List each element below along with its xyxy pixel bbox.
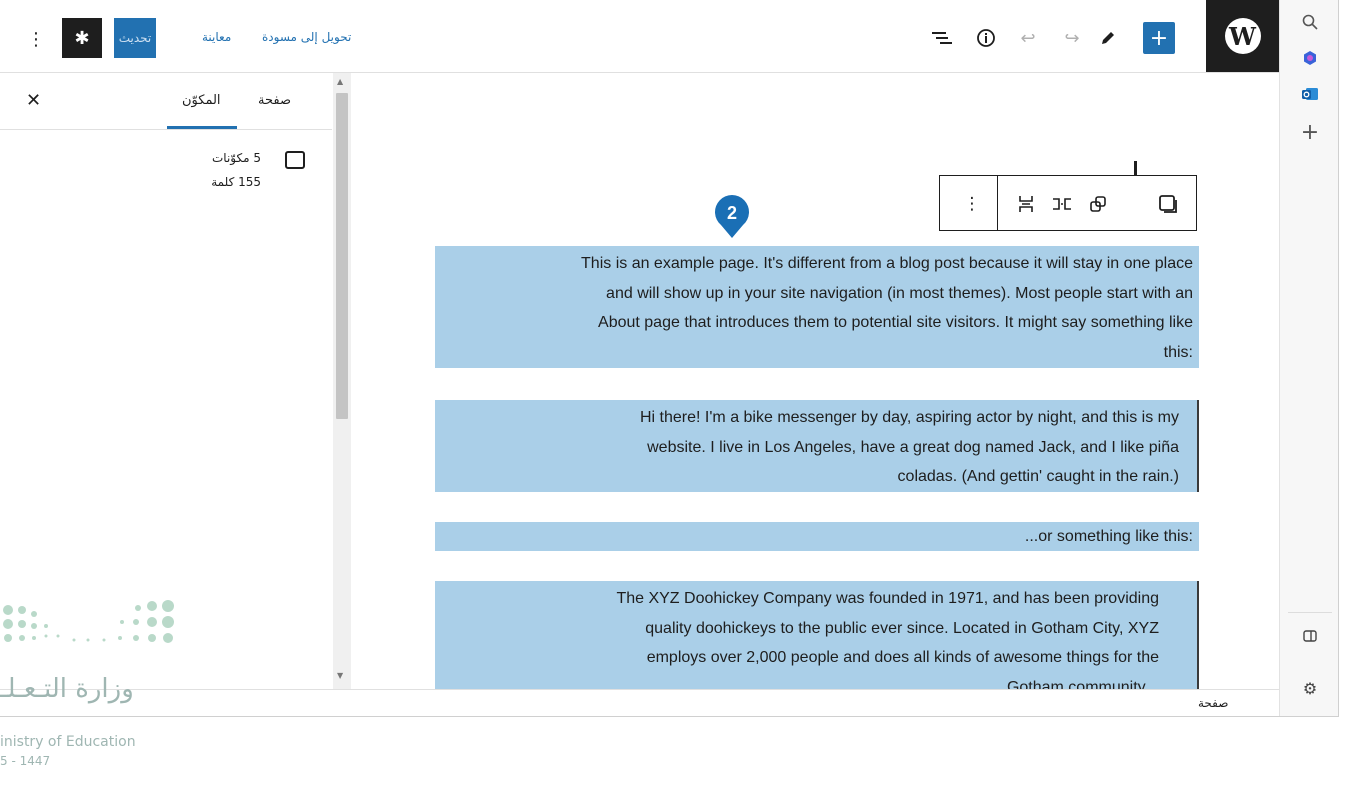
ministry-watermark: وزارة التـعـلـ inistry of Education 5 - … <box>0 596 200 776</box>
toolbar-divider <box>997 176 998 230</box>
scroll-up-arrow-icon[interactable]: ▲ <box>337 77 343 86</box>
tab-block[interactable]: المكوّن <box>182 93 221 108</box>
group-block-icon <box>285 151 305 169</box>
paragraph-block[interactable]: The XYZ Doohickey Company was founded in… <box>435 581 1199 689</box>
block-options-more-icon[interactable]: ⋮ <box>960 192 984 216</box>
search-icon[interactable] <box>1296 8 1324 36</box>
paragraph-line: and will show up in your site navigation… <box>606 284 1193 302</box>
stack-icon[interactable] <box>1014 192 1038 216</box>
list-view-icon[interactable] <box>928 24 956 52</box>
settings-gear-button[interactable]: ✱ <box>62 18 102 58</box>
paragraph-line: About page that introduces them to poten… <box>598 314 1193 331</box>
panel-scrollbar[interactable]: ▲ ▼ <box>333 73 351 689</box>
paragraph-line: employs over 2,000 people and does all k… <box>646 649 1159 666</box>
row-icon[interactable] <box>1050 192 1074 216</box>
switch-to-draft-link[interactable]: تحويل إلى مسودة <box>262 30 351 44</box>
group-block-type-icon[interactable] <box>1156 192 1180 216</box>
words-count: 155 كلمة <box>211 175 261 189</box>
blocks-count: 5 مكوّنات <box>211 151 261 165</box>
step-marker: 2 <box>715 195 749 238</box>
close-settings-icon[interactable]: ✕ <box>26 90 41 111</box>
options-menu-icon[interactable]: ⋮ <box>26 26 46 52</box>
paragraph-line: ...Gotham community <box>1006 678 1159 690</box>
edit-pencil-icon[interactable] <box>1094 24 1122 52</box>
plus-icon[interactable]: + <box>1296 118 1324 146</box>
editor-canvas: ⋮ This is an example page. It's differen… <box>351 73 1279 689</box>
paragraph-block[interactable]: :or something like this... <box>435 522 1199 551</box>
update-button[interactable]: تحديث <box>114 18 156 58</box>
scroll-down-arrow-icon[interactable]: ▼ <box>337 671 343 680</box>
editor-top-toolbar: W + ↪ ↩ تحويل إلى مسودة معاينة تحديث ✱ ⋮ <box>0 0 1279 73</box>
details-info-icon[interactable] <box>972 24 1000 52</box>
block-inserter-button[interactable]: + <box>1143 22 1175 54</box>
copilot-icon[interactable] <box>1296 44 1324 72</box>
undo-icon[interactable]: ↩ <box>1014 24 1042 52</box>
settings-gear-icon[interactable]: ⚙ <box>1296 674 1324 702</box>
insertion-point-icon <box>1134 161 1137 175</box>
outlook-icon[interactable] <box>1296 80 1324 108</box>
active-tab-indicator <box>167 126 237 129</box>
paragraph-line: :or something like this... <box>1024 528 1193 545</box>
split-panel-icon[interactable] <box>1296 622 1324 650</box>
grid-icon[interactable] <box>1086 192 1110 216</box>
watermark-arabic: وزارة التـعـلـ <box>0 674 134 704</box>
wordpress-logo-button[interactable]: W <box>1206 0 1279 72</box>
paragraph-line: The XYZ Doohickey Company was founded in… <box>616 590 1159 607</box>
paragraph-line: quality doohickeys to the public ever si… <box>645 619 1159 637</box>
app-window: W + ↪ ↩ تحويل إلى مسودة معاينة تحديث ✱ ⋮… <box>0 0 1339 717</box>
paragraph-block[interactable]: Hi there! I'm a bike messenger by day, a… <box>435 400 1199 492</box>
paragraph-line: coladas. (And gettin' caught in the rain… <box>897 468 1179 485</box>
step-marker-number: 2 <box>727 203 737 223</box>
paragraph-line: :this <box>1163 343 1193 361</box>
watermark-english: inistry of Education <box>0 734 136 750</box>
redo-icon[interactable]: ↪ <box>1058 24 1086 52</box>
scroll-thumb[interactable] <box>336 93 348 419</box>
paragraph-block[interactable]: This is an example page. It's different … <box>435 246 1199 368</box>
block-toolbar: ⋮ <box>939 175 1197 231</box>
watermark-year: 5 - 1447 <box>0 754 51 768</box>
wordpress-logo-icon: W <box>1224 18 1261 54</box>
tab-page[interactable]: صفحة <box>258 93 291 108</box>
paragraph-line: This is an example page. It's different … <box>581 255 1193 272</box>
paragraph-line: website. I live in Los Angeles, have a g… <box>647 438 1179 456</box>
dots-logo-icon <box>3 600 174 643</box>
browser-sidebar: + ⚙ <box>1279 0 1338 716</box>
preview-link[interactable]: معاينة <box>202 30 231 44</box>
status-breadcrumb[interactable]: صفحة <box>1198 696 1228 710</box>
gear-icon: ✱ <box>74 27 90 49</box>
sidebar-divider <box>1288 612 1332 613</box>
paragraph-line: Hi there! I'm a bike messenger by day, a… <box>640 409 1179 426</box>
settings-tabs: صفحة المكوّن ✕ <box>0 73 332 130</box>
